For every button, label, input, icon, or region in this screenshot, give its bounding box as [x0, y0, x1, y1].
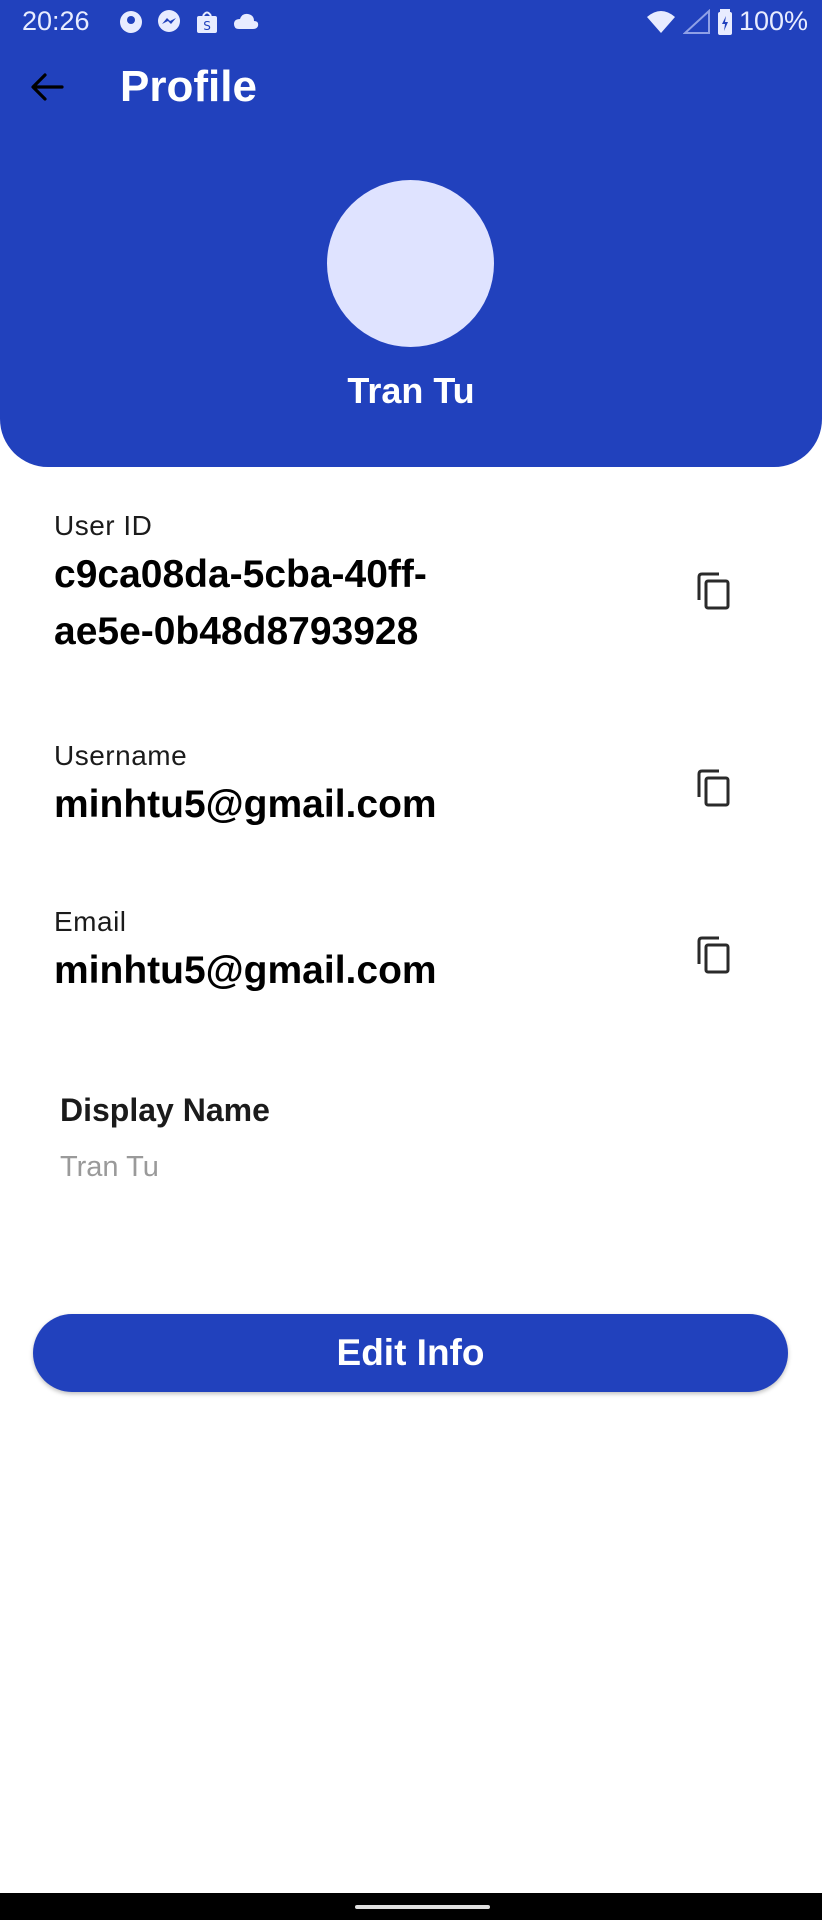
messenger-icon	[158, 10, 180, 32]
copy-user-id-button[interactable]	[692, 568, 736, 614]
battery-icon	[717, 8, 732, 35]
svg-text:S: S	[203, 19, 211, 33]
app-notification-icon	[120, 11, 142, 33]
display-name-label: Display Name	[60, 1092, 270, 1128]
battery-percent: 100%	[738, 6, 808, 36]
user-id-value-line1: c9ca08da-5cba-40ff-	[54, 553, 427, 596]
wifi-icon	[646, 10, 675, 33]
edit-info-button[interactable]: Edit Info	[33, 1314, 788, 1392]
email-field: Email minhtu5@gmail.com	[54, 906, 714, 999]
copy-icon	[697, 572, 730, 610]
email-value: minhtu5@gmail.com	[54, 949, 437, 992]
home-gesture-handle[interactable]	[355, 1905, 490, 1909]
copy-username-button[interactable]	[692, 765, 736, 811]
email-label: Email	[54, 906, 127, 937]
user-id-value: c9ca08da-5cba-40ff- ae5e-0b48d8793928	[54, 546, 714, 660]
user-id-field: User ID c9ca08da-5cba-40ff- ae5e-0b48d87…	[54, 510, 714, 660]
username-field: Username minhtu5@gmail.com	[54, 740, 714, 833]
status-time: 20:26	[22, 6, 90, 36]
arrow-back-icon	[31, 73, 64, 101]
page-title: Profile	[120, 62, 257, 111]
copy-icon	[697, 936, 730, 974]
app-bar: Profile	[0, 44, 822, 133]
profile-header: Tran Tu	[0, 132, 822, 467]
copy-icon	[697, 769, 730, 807]
user-id-value-line2: ae5e-0b48d8793928	[54, 610, 419, 653]
signal-icon	[682, 8, 710, 34]
navigation-bar	[0, 1893, 822, 1920]
user-id-label: User ID	[54, 510, 153, 541]
username-value: minhtu5@gmail.com	[54, 783, 437, 826]
username-label: Username	[54, 740, 188, 771]
avatar[interactable]	[327, 180, 494, 347]
display-name-input[interactable]	[60, 1151, 660, 1184]
cloud-icon	[234, 13, 259, 29]
status-right: 100%	[645, 6, 808, 37]
profile-name: Tran Tu	[347, 370, 475, 411]
back-button[interactable]	[26, 66, 68, 108]
display-name-section: Display Name	[60, 1092, 760, 1184]
notification-icons: S	[118, 9, 260, 35]
shopee-icon: S	[197, 11, 217, 33]
status-bar: 20:26 S 100%	[0, 0, 822, 44]
copy-email-button[interactable]	[692, 932, 736, 978]
